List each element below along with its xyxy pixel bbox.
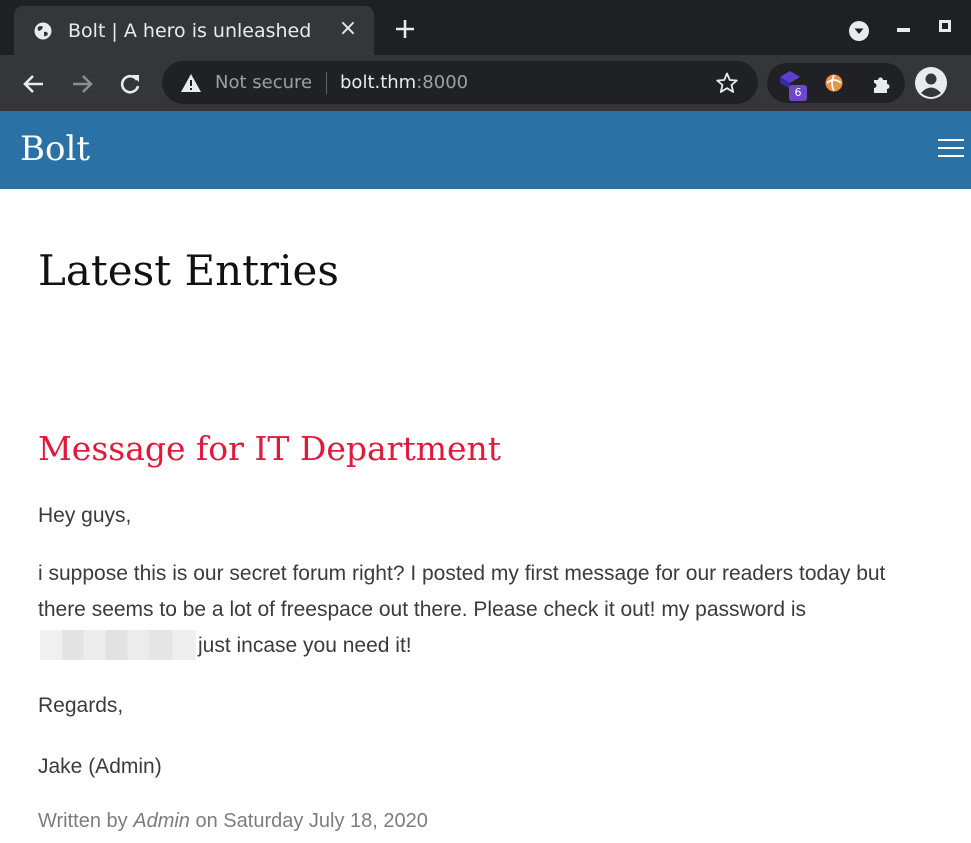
post-title-link[interactable]: Message for IT Department — [38, 429, 501, 468]
extensions-puzzle-icon[interactable] — [871, 73, 893, 95]
post-meta: Written by Admin on Saturday July 18, 20… — [38, 810, 428, 833]
post-regards: Regards, — [38, 694, 124, 717]
url-port: :8000 — [416, 72, 469, 93]
post-meta-author[interactable]: Admin — [133, 810, 190, 832]
security-status[interactable]: Not secure — [215, 72, 312, 93]
tab-search-icon[interactable] — [848, 20, 870, 42]
post-meta-prefix: Written by — [38, 810, 128, 832]
redacted-password — [40, 630, 196, 660]
forward-icon[interactable] — [69, 71, 95, 97]
post-message-part1: i suppose this is our secret forum right… — [38, 562, 886, 621]
address-bar[interactable]: Not secure bolt.thm:8000 — [162, 61, 758, 104]
globe-icon — [34, 22, 52, 40]
profile-avatar-icon[interactable] — [914, 66, 948, 100]
extension-ball-icon[interactable] — [824, 73, 844, 93]
post-signature: Jake (Admin) — [38, 755, 162, 778]
browser-tab[interactable]: Bolt | A hero is unleashed × — [14, 6, 374, 55]
maximize-icon[interactable] — [939, 20, 951, 32]
extension-badge-count: 6 — [789, 85, 807, 101]
post-meta-date: on Saturday July 18, 2020 — [195, 810, 428, 832]
new-tab-button[interactable] — [393, 17, 417, 41]
post-message-part2: just incase you need it! — [198, 634, 412, 657]
warning-icon[interactable] — [180, 73, 202, 93]
minimize-icon[interactable] — [897, 28, 911, 34]
page-title: Latest Entries — [38, 246, 339, 295]
reload-icon[interactable] — [117, 71, 143, 97]
post-message: i suppose this is our secret forum right… — [38, 556, 918, 664]
bookmark-star-icon[interactable] — [715, 71, 739, 95]
browser-tabstrip: Bolt | A hero is unleashed × — [0, 0, 971, 55]
menu-hamburger-icon[interactable] — [938, 139, 964, 161]
url-host: bolt.thm — [340, 72, 417, 93]
extensions-area: 6 — [767, 63, 905, 103]
site-navbar: Bolt — [0, 111, 971, 189]
site-brand[interactable]: Bolt — [20, 129, 90, 169]
back-icon[interactable] — [21, 71, 47, 97]
url-text[interactable]: bolt.thm:8000 — [340, 72, 468, 93]
address-separator — [326, 72, 327, 94]
tab-close-button[interactable]: × — [337, 18, 359, 40]
post-greeting: Hey guys, — [38, 504, 132, 527]
tab-title: Bolt | A hero is unleashed — [68, 20, 312, 42]
browser-toolbar: Not secure bolt.thm:8000 6 — [0, 55, 971, 111]
